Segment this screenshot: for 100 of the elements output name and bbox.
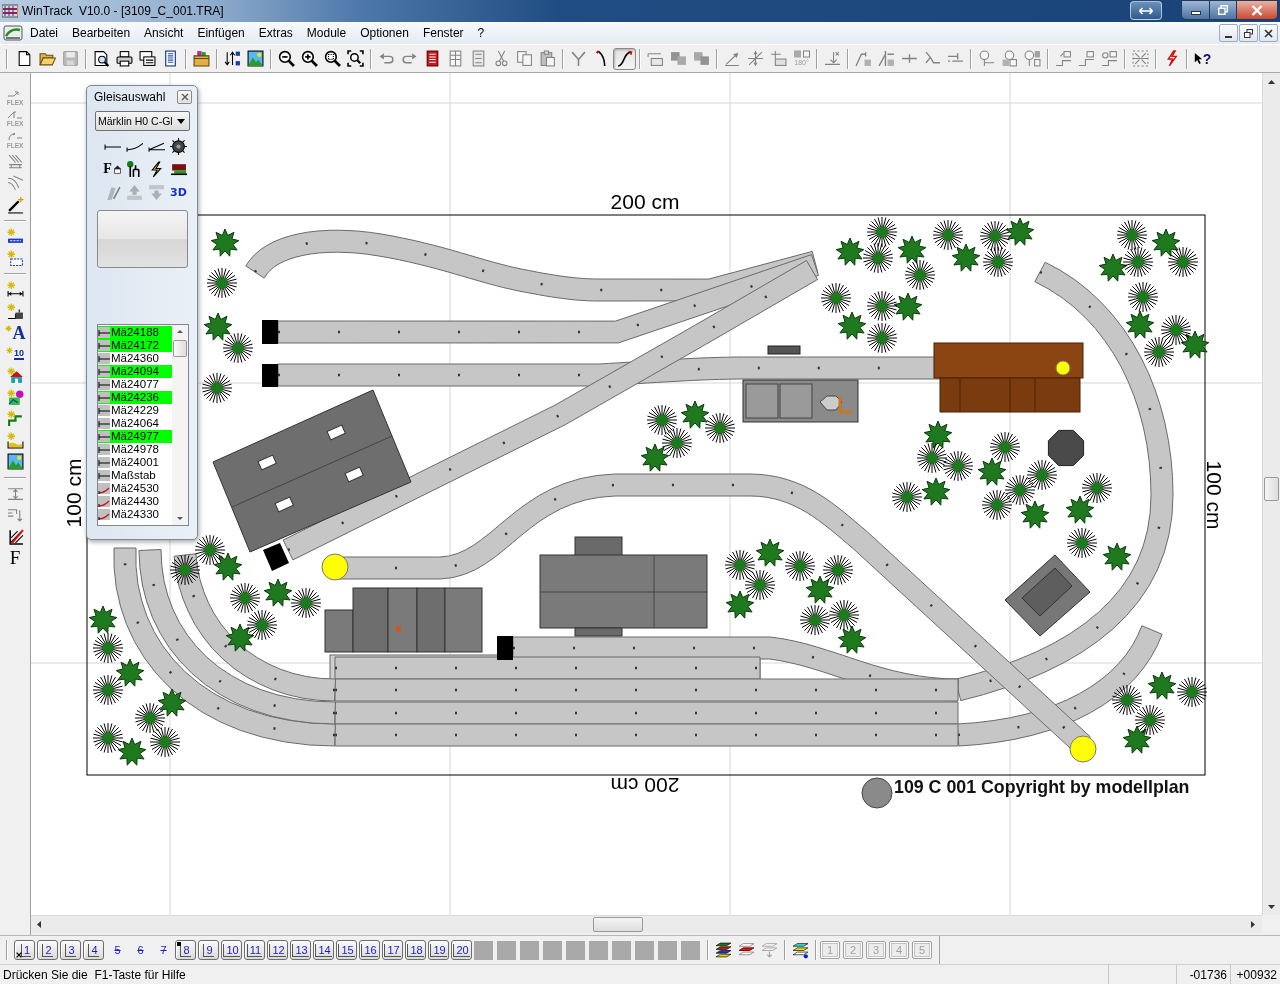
zoom-out-icon[interactable] — [278, 50, 295, 67]
lightning-icon[interactable] — [148, 160, 165, 178]
sparkle-track-icon[interactable] — [6, 228, 24, 246]
sparkle-shapes-icon[interactable] — [6, 388, 24, 406]
scrollbar-thumb[interactable] — [173, 340, 187, 357]
track-list-item[interactable]: Mä24188 — [98, 326, 172, 339]
layer-button[interactable]: 16 — [359, 940, 380, 960]
layer-button[interactable]: 20 — [451, 940, 472, 960]
sparkle-step-icon[interactable] — [6, 302, 24, 320]
sort-arrows-icon[interactable] — [224, 50, 241, 67]
building-label-button[interactable]: F — [101, 158, 124, 180]
close-button[interactable] — [177, 90, 192, 104]
layer-button[interactable]: 8 — [175, 940, 196, 960]
print-preview-icon[interactable] — [93, 50, 110, 67]
layout-document-icon[interactable] — [3, 24, 23, 42]
text-tool-button[interactable]: A — [3, 322, 27, 344]
buffer-stop — [497, 636, 513, 660]
layer-button[interactable]: 15 — [336, 940, 357, 960]
menu-item[interactable]: ? — [470, 23, 492, 43]
sparkle-terrain-icon[interactable] — [6, 431, 24, 449]
printer-icon[interactable] — [116, 50, 133, 67]
restore-button[interactable] — [1210, 0, 1237, 20]
restore-button[interactable] — [1239, 24, 1258, 42]
zoom-window-icon[interactable] — [324, 50, 341, 67]
hatched-pen-icon[interactable] — [6, 527, 24, 545]
close-button[interactable] — [1259, 24, 1278, 42]
turntable-icon[interactable] — [170, 137, 187, 155]
menu-item[interactable]: Extras — [251, 23, 300, 43]
tree-figure-icon[interactable] — [126, 160, 143, 178]
menu-item[interactable]: Datei — [23, 23, 65, 43]
layer-button[interactable]: 10 — [221, 940, 242, 960]
layer-stack-icon[interactable] — [715, 941, 732, 959]
minimize-button[interactable] — [1219, 24, 1238, 42]
zoom-in-icon[interactable] — [301, 50, 318, 67]
scrollbar-thumb[interactable] — [593, 917, 643, 932]
layer-button[interactable]: 5 — [106, 940, 127, 960]
layer-button[interactable]: 1 — [14, 940, 35, 960]
sparkle-frame-icon[interactable] — [6, 249, 24, 267]
track-list-item[interactable]: Mä24064 — [98, 417, 172, 430]
sparkle-line-icon[interactable] — [6, 410, 24, 428]
track-list-item[interactable]: Maßstab — [98, 469, 172, 482]
close-button[interactable] — [1237, 0, 1278, 20]
layer-button[interactable]: 4 — [83, 940, 104, 960]
sparkle-measure-icon[interactable] — [6, 281, 24, 299]
track-list-item[interactable]: Mä24236 — [98, 391, 172, 404]
landscape-picture-icon[interactable] — [6, 453, 24, 471]
layer-button[interactable]: 14 — [313, 940, 334, 960]
sparkle-house-icon[interactable] — [6, 367, 24, 385]
layer-stack-icon[interactable] — [792, 941, 809, 959]
horizontal-scrollbar[interactable] — [31, 915, 1262, 933]
track-list-item[interactable]: Mä24001 — [98, 456, 172, 469]
layer-button[interactable]: 2 — [37, 940, 58, 960]
drawing-canvas[interactable] — [31, 73, 1262, 915]
menu-item[interactable]: Module — [299, 23, 354, 43]
menu-item[interactable]: Bearbeiten — [65, 23, 138, 43]
scroll-up-icon — [177, 330, 183, 333]
track-list-item[interactable]: Mä24094 — [98, 365, 172, 378]
snap-button[interactable] — [1130, 1, 1162, 20]
track-list-item[interactable]: Mä24530 — [98, 482, 172, 495]
menu-item[interactable]: Einfügen — [190, 23, 252, 43]
layer-button[interactable]: 17 — [382, 940, 403, 960]
layer-button[interactable]: 11 — [244, 940, 265, 960]
menu-item[interactable]: Fenster — [415, 23, 471, 43]
frame-tool-button[interactable]: F — [3, 547, 27, 569]
list-document-icon[interactable] — [162, 50, 179, 67]
landscape-picture-icon[interactable] — [247, 50, 264, 67]
track-list-item[interactable]: Mä24430 — [98, 495, 172, 508]
minimize-button[interactable] — [1181, 0, 1210, 20]
layer-button[interactable]: 19 — [428, 940, 449, 960]
height-label-button[interactable]: 10 — [3, 343, 27, 365]
view-3d-button[interactable]: 3D — [167, 181, 190, 203]
layer-button[interactable]: 18 — [405, 940, 426, 960]
track-list-item[interactable]: Mä24978 — [98, 443, 172, 456]
track-list-item[interactable]: Mä24229 — [98, 404, 172, 417]
bush — [1134, 704, 1166, 736]
layer-button[interactable]: 12 — [267, 940, 288, 960]
magic-wand-icon[interactable] — [6, 196, 24, 214]
track-list-item[interactable]: Mä24977 — [98, 430, 172, 443]
help-button[interactable]: ? — [1191, 47, 1214, 70]
scrollbar-thumb[interactable] — [1264, 477, 1279, 501]
track-list-item[interactable]: Mä24077 — [98, 378, 172, 391]
track-list-item[interactable]: Mä24172 — [98, 339, 172, 352]
new-document-icon[interactable] — [16, 50, 33, 67]
layer-button[interactable]: 9 — [198, 940, 219, 960]
report-document-icon[interactable] — [424, 50, 441, 67]
folder-icon[interactable] — [193, 50, 210, 67]
library-dropdown[interactable]: Märklin H0 C-Gl — [95, 111, 190, 131]
layer-button[interactable]: 7 — [152, 940, 173, 960]
open-folder-icon[interactable] — [39, 50, 56, 67]
overlapping-pages-icon[interactable] — [139, 50, 156, 67]
zoom-extents-icon[interactable] — [347, 50, 364, 67]
track-list-item[interactable]: Mä24360 — [98, 352, 172, 365]
list-scrollbar[interactable] — [172, 325, 188, 525]
vertical-scrollbar[interactable] — [1262, 73, 1280, 915]
layer-button[interactable]: 3 — [60, 940, 81, 960]
track-list-item[interactable]: Mä24330 — [98, 508, 172, 521]
layer-button[interactable]: 6 — [129, 940, 150, 960]
menu-item[interactable]: Optionen — [353, 23, 416, 43]
layer-button[interactable]: 13 — [290, 940, 311, 960]
menu-item[interactable]: Ansicht — [137, 23, 191, 43]
